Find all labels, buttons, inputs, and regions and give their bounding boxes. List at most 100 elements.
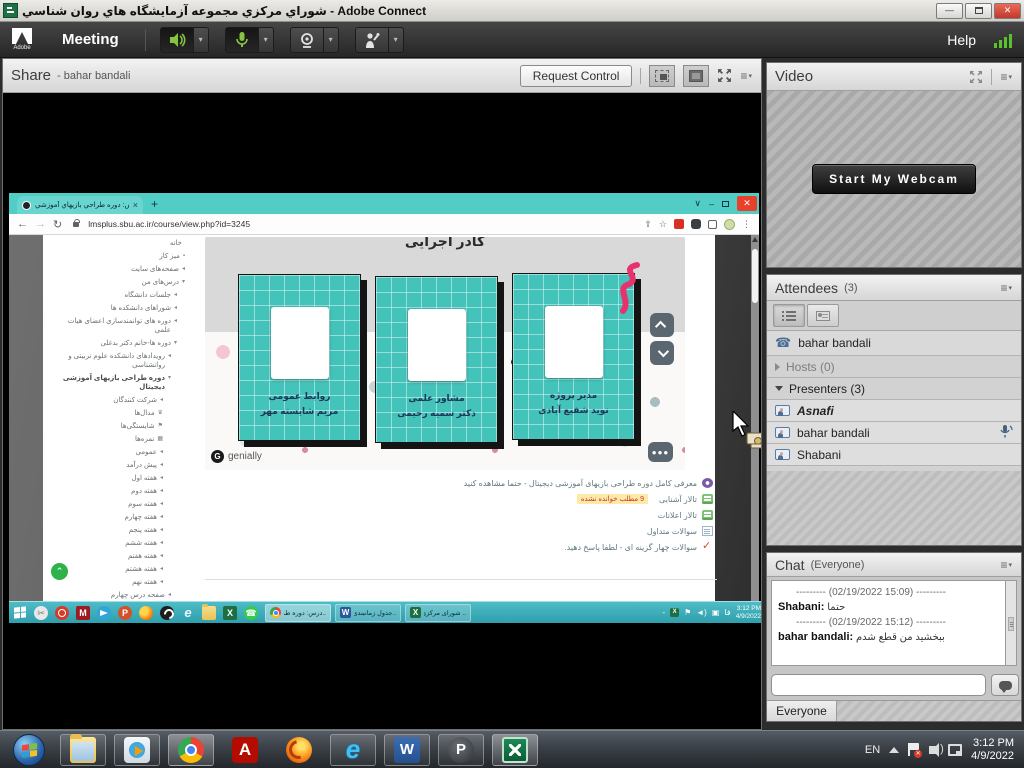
chat-scrollbar[interactable] bbox=[1005, 580, 1017, 666]
activity-link[interactable]: تالار آشنایی bbox=[659, 495, 697, 504]
scrollbar-up-icon[interactable] bbox=[752, 237, 758, 242]
address-bar[interactable]: lmsplus.sbu.ac.ir/course/view.php?id=324… bbox=[88, 219, 637, 229]
extension-red-icon[interactable] bbox=[674, 219, 684, 229]
connection-status-icon[interactable] bbox=[994, 32, 1012, 48]
shared-taskbar-app-icon[interactable] bbox=[202, 606, 216, 620]
attendee-card-view-button[interactable] bbox=[807, 304, 839, 327]
browser-close-icon[interactable]: ✕ bbox=[737, 196, 757, 211]
genially-more-button[interactable]: ●●● bbox=[648, 442, 673, 462]
activity-row[interactable]: سوالات چهار گزینه ای - لطفا پاسخ دهید. bbox=[205, 539, 717, 555]
shared-taskbar-app-icon[interactable] bbox=[97, 606, 111, 620]
sidebar-link[interactable]: ◂ جلسات دانشگاه bbox=[11, 289, 191, 302]
presenter-row[interactable]: Shabani bbox=[767, 444, 1021, 466]
raise-hand-button[interactable] bbox=[355, 27, 389, 53]
sidebar-link[interactable]: ◂ دوره های توانمندسازی اعضای هیات علمی bbox=[11, 315, 191, 337]
help-menu[interactable]: Help bbox=[947, 32, 994, 48]
shared-taskbar-app-icon[interactable] bbox=[139, 606, 153, 620]
tray-network-icon[interactable]: ▣ bbox=[712, 608, 720, 617]
webcam-dropdown[interactable]: ▾ bbox=[324, 27, 339, 53]
shared-taskbar-app-icon[interactable] bbox=[55, 606, 69, 620]
shared-task-button[interactable]: ..جدول زمانبندی bbox=[335, 604, 401, 622]
activity-link[interactable]: سوالات چهار گزینه ای - لطفا پاسخ دهید. bbox=[564, 543, 697, 552]
shared-taskbar-app-icon[interactable] bbox=[34, 606, 48, 620]
sidebar-link[interactable]: ◂ هفته سوم bbox=[11, 498, 191, 511]
taskbar-app-button[interactable] bbox=[222, 734, 268, 766]
restore-button[interactable] bbox=[965, 3, 992, 19]
taskbar-app-button[interactable] bbox=[168, 734, 214, 766]
shared-taskbar-app-icon[interactable] bbox=[160, 606, 174, 620]
activity-link[interactable]: سوالات متداول bbox=[647, 527, 697, 536]
forward-icon[interactable]: → bbox=[35, 218, 46, 230]
sidebar-link[interactable]: ◂ شرکت کنندگان bbox=[11, 394, 191, 407]
genially-next-button[interactable] bbox=[650, 341, 674, 365]
browser-menu-icon[interactable]: ⋮ bbox=[742, 219, 751, 230]
extension-dark-icon[interactable] bbox=[691, 219, 701, 229]
video-pod-menu-icon[interactable]: ≡▾ bbox=[1000, 70, 1013, 84]
tab-search-icon[interactable]: ∨ bbox=[694, 198, 701, 209]
sidebar-link[interactable]: ◂ هفته هفتم bbox=[11, 550, 191, 563]
taskbar-app-button[interactable] bbox=[492, 734, 538, 766]
send-message-button[interactable] bbox=[991, 674, 1019, 696]
bookmark-star-icon[interactable]: ☆ bbox=[659, 219, 667, 230]
sidebar-link[interactable]: ◂ هفته هشتم bbox=[11, 563, 191, 576]
activity-row[interactable]: معرفی کامل دوره طراحی بازیهای آموزشی دیج… bbox=[205, 475, 717, 491]
network-icon[interactable] bbox=[948, 744, 962, 756]
share-view-toggle-2[interactable] bbox=[683, 65, 709, 87]
volume-icon[interactable] bbox=[929, 746, 936, 754]
fullscreen-icon[interactable] bbox=[717, 68, 732, 83]
presenters-group-header[interactable]: Presenters (3) bbox=[767, 378, 1021, 400]
hidden-icons-arrow[interactable] bbox=[889, 747, 899, 753]
shared-taskbar-app-icon[interactable] bbox=[118, 606, 132, 620]
browser-page-scrollbar[interactable] bbox=[751, 235, 759, 601]
shared-taskbar-app-icon[interactable] bbox=[76, 606, 90, 620]
everyone-tab[interactable]: Everyone bbox=[767, 701, 837, 721]
speaker-dropdown[interactable]: ▾ bbox=[194, 27, 209, 53]
shared-taskbar-app-icon[interactable] bbox=[181, 606, 195, 620]
activity-row[interactable]: سوالات متداول bbox=[205, 523, 717, 539]
close-button[interactable]: ✕ bbox=[994, 3, 1021, 19]
sidebar-link[interactable]: ▾ دوره ها-خانم دکتر بدغلی bbox=[11, 337, 191, 350]
taskbar-app-button[interactable] bbox=[330, 734, 376, 766]
presenter-row[interactable]: Asnafi bbox=[767, 400, 1021, 422]
tray-speaker-icon[interactable]: ◄) bbox=[696, 608, 707, 617]
sidebar-link[interactable]: ◂ صفحه درس چهارم bbox=[11, 589, 191, 601]
taskbar-app-button[interactable] bbox=[114, 734, 160, 766]
video-fullscreen-icon[interactable] bbox=[969, 70, 983, 84]
sidebar-link[interactable]: ▪ میز کار bbox=[11, 250, 191, 263]
sidebar-link[interactable]: ▾ دوره طراحی بازیهای آموزشی دیجیتال bbox=[11, 372, 191, 394]
status-dropdown[interactable]: ▾ bbox=[389, 27, 404, 53]
action-center-flag-icon[interactable] bbox=[908, 743, 920, 756]
chat-scrollbar-grip[interactable] bbox=[1008, 617, 1014, 631]
tray-flag-icon[interactable]: ⚑ bbox=[684, 608, 691, 617]
reload-icon[interactable]: ↻ bbox=[53, 218, 62, 231]
taskbar-app-button[interactable] bbox=[6, 734, 52, 766]
browser-tab[interactable]: درس: دوره طراحي بازيهاي آموزشي × bbox=[17, 196, 143, 214]
tray-excel-icon[interactable] bbox=[670, 608, 679, 617]
activity-link[interactable]: تالار اعلانات bbox=[658, 511, 697, 520]
sidebar-link[interactable]: ◂ هفته دوم bbox=[11, 485, 191, 498]
sidebar-link[interactable]: ◂ هفته نهم bbox=[11, 576, 191, 589]
sidebar-link[interactable]: ◂ رویدادهای دانشکده علوم تربیتی و روانشن… bbox=[11, 350, 191, 372]
taskbar-app-button[interactable] bbox=[438, 734, 484, 766]
share-view-toggle-1[interactable] bbox=[649, 65, 675, 87]
taskbar-app-button[interactable] bbox=[60, 734, 106, 766]
chat-input[interactable] bbox=[771, 674, 986, 696]
sidebar-link[interactable]: ◂ پیش درآمد bbox=[11, 459, 191, 472]
share-pod-menu-icon[interactable]: ≡▾ bbox=[740, 69, 753, 83]
browser-minimize-icon[interactable]: – bbox=[709, 199, 714, 209]
taskbar-app-button[interactable] bbox=[276, 734, 322, 766]
scroll-to-top-button[interactable]: ⌃ bbox=[49, 561, 70, 582]
sidebar-link[interactable]: ◂ هفته اول bbox=[11, 472, 191, 485]
taskbar-app-button[interactable] bbox=[384, 734, 430, 766]
chat-pod-menu-icon[interactable]: ≡▾ bbox=[1000, 558, 1013, 572]
microphone-dropdown[interactable]: ▾ bbox=[259, 27, 274, 53]
genially-prev-button[interactable] bbox=[650, 313, 674, 337]
hidden-icons-dash[interactable]: - bbox=[662, 608, 665, 617]
sidebar-link[interactable]: خانه bbox=[11, 237, 191, 250]
sidebar-link[interactable]: ▾ درس‌های من bbox=[11, 276, 191, 289]
taskbar-clock[interactable]: 3:12 PM 4/9/2022 bbox=[971, 737, 1014, 763]
attendees-pod-menu-icon[interactable]: ≡▾ bbox=[1000, 281, 1013, 295]
sidebar-link[interactable]: ◂ هفته پنجم bbox=[11, 524, 191, 537]
hosts-group-header[interactable]: Hosts (0) bbox=[767, 356, 1021, 378]
sidebar-link[interactable]: ◂ صفحه‌های سایت bbox=[11, 263, 191, 276]
